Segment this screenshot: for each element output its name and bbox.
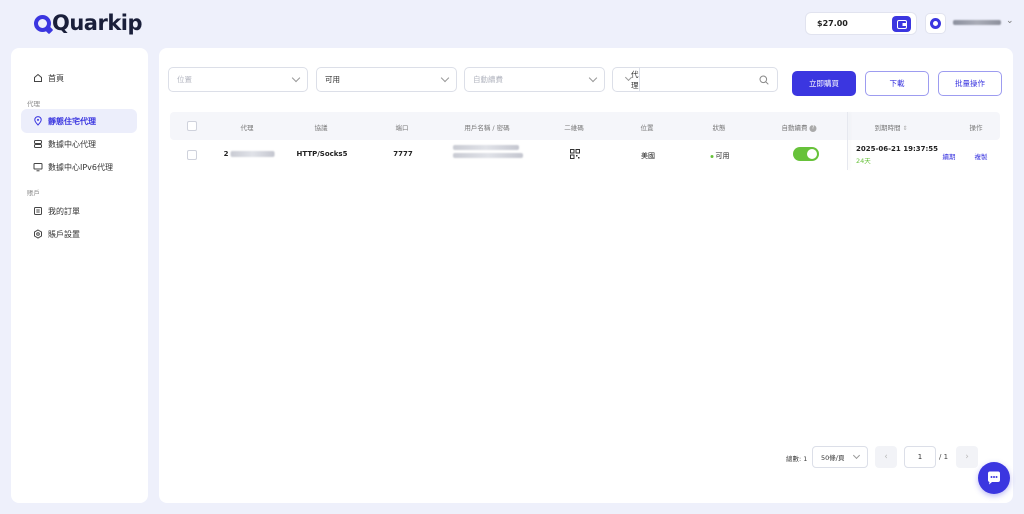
location-select[interactable]: 位置 [168, 67, 308, 92]
status-select[interactable]: 可用 [316, 67, 457, 92]
page-total: / 1 [939, 453, 949, 461]
batch-actions-button[interactable]: 批量操作 [938, 71, 1002, 96]
page-number-input[interactable]: 1 [904, 446, 936, 468]
section-label-account: 賬戶 [27, 189, 40, 197]
sidebar-item-datacenter-ipv6[interactable]: 數據中心IPv6代理 [21, 155, 137, 179]
page-size-select[interactable]: 50條/頁 [812, 446, 868, 468]
col-expiry[interactable]: 到期時間 ⇕ [874, 122, 907, 132]
sidebar-item-orders[interactable]: 我的訂單 [21, 199, 137, 223]
password-value-redacted [453, 153, 523, 158]
search-type-select[interactable]: 代理 [613, 68, 640, 91]
copy-link[interactable]: 複製 [975, 151, 988, 161]
status-badge: 可用 [710, 151, 730, 161]
search-icon[interactable] [759, 75, 769, 85]
help-icon[interactable]: ? [809, 124, 817, 132]
select-all-checkbox[interactable] [187, 121, 197, 131]
balance-amount: $27.00 [817, 19, 848, 28]
col-actions: 操作 [969, 124, 983, 132]
username-redacted[interactable] [953, 20, 1001, 25]
col-auto-renew: 自動續費 ? [781, 122, 817, 132]
days-remaining: 24天 [856, 157, 871, 165]
expiry-datetime: 2025-06-21 19:37:55 [856, 145, 939, 153]
balance-widget: $27.00 [805, 12, 917, 35]
auto-renew-select[interactable]: 自動續費 [464, 67, 605, 92]
renew-link[interactable]: 續期 [943, 151, 956, 161]
sidebar-item-datacenter[interactable]: 數據中心代理 [21, 132, 137, 156]
next-page-button[interactable]: › [956, 446, 978, 468]
proxy-address-redacted [230, 151, 275, 157]
sidebar-item-settings[interactable]: 賬戶設置 [21, 222, 137, 246]
chat-support-button[interactable] [978, 462, 1010, 494]
search-combo: 代理 [612, 67, 817, 92]
logo-mark-icon [34, 14, 51, 32]
port-value: 7777 [393, 150, 413, 158]
chat-bubble-icon [987, 471, 1000, 485]
status-value: 可用 [715, 152, 730, 160]
sidebar-item-label: 首頁 [48, 73, 64, 83]
sort-icon: ⇕ [902, 125, 908, 132]
chevron-down-icon[interactable]: ⌄ [1006, 16, 1014, 26]
col-qrcode: 二維碼 [564, 124, 584, 132]
search-input[interactable] [639, 68, 817, 91]
home-icon [33, 73, 43, 83]
pagination-total: 總數: 1 [786, 455, 808, 463]
user-avatar[interactable] [925, 13, 946, 34]
monitor-icon [33, 162, 43, 172]
page-size-value: 50條/頁 [821, 454, 845, 462]
sidebar-item-label: 靜態住宅代理 [48, 116, 96, 126]
location-placeholder: 位置 [177, 75, 192, 84]
col-proxy: 代理 [240, 124, 254, 132]
location-value: 美國 [641, 152, 655, 160]
download-button[interactable]: 下載 [865, 71, 929, 96]
proxy-address: 2 [224, 150, 275, 158]
location-pin-icon [33, 116, 43, 126]
chevron-right-icon: › [965, 452, 969, 462]
col-location: 位置 [640, 124, 654, 132]
sidebar: 首頁 代理 靜態住宅代理 數據中心代理 數據中心IPv6代理 賬戶 我的訂單 賬… [11, 48, 148, 503]
prev-page-button[interactable]: ‹ [875, 446, 897, 468]
sidebar-item-static-residential[interactable]: 靜態住宅代理 [21, 109, 137, 133]
brand-name: Quarkip [52, 11, 143, 35]
auto-renew-toggle[interactable] [793, 147, 819, 161]
auto-renew-placeholder: 自動續費 [473, 75, 503, 84]
chevron-down-icon [440, 73, 450, 83]
sidebar-item-label: 數據中心代理 [48, 139, 96, 149]
chevron-down-icon [852, 451, 861, 460]
status-value: 可用 [325, 75, 340, 84]
main-panel: 位置 可用 自動續費 代理 立即購買 下載 批量操作 代理 協議 端口 用戶名稱… [159, 48, 1013, 503]
sidebar-item-label: 我的訂單 [48, 206, 80, 216]
col-credentials: 用戶名稱 / 密碼 [464, 124, 510, 132]
settings-icon [33, 229, 43, 239]
brand-logo[interactable]: Quarkip [34, 9, 143, 37]
col-auto-renew-label: 自動續費 [781, 124, 808, 132]
sidebar-item-label: 數據中心IPv6代理 [48, 162, 114, 172]
credentials-redacted [453, 145, 523, 158]
buy-now-button[interactable]: 立即購買 [792, 71, 856, 96]
protocol-value: HTTP/Socks5 [296, 150, 348, 158]
table-header: 代理 協議 端口 用戶名稱 / 密碼 二維碼 位置 狀態 自動續費 ? 到期時間… [170, 112, 1000, 140]
proxy-prefix: 2 [223, 150, 229, 158]
chevron-down-icon [291, 73, 301, 83]
chevron-down-icon [588, 73, 598, 83]
section-label-proxy: 代理 [27, 100, 40, 108]
col-status: 狀態 [712, 124, 726, 132]
col-expiry-label: 到期時間 [874, 124, 901, 132]
status-dot-icon [710, 154, 714, 158]
sidebar-item-home[interactable]: 首頁 [21, 66, 137, 90]
sticky-column-divider [847, 112, 848, 170]
row-checkbox[interactable] [187, 150, 197, 160]
avatar-ring-icon [930, 18, 941, 29]
recharge-button[interactable] [892, 16, 911, 32]
wallet-icon [896, 19, 907, 29]
orders-icon [33, 206, 43, 216]
sidebar-item-label: 賬戶設置 [48, 229, 80, 239]
col-protocol: 協議 [314, 124, 328, 132]
qrcode-icon[interactable] [570, 149, 580, 161]
col-port: 端口 [395, 124, 409, 132]
search-type-value: 代理 [631, 69, 639, 90]
username-value-redacted [453, 145, 519, 150]
chevron-left-icon: ‹ [884, 452, 888, 462]
database-icon [33, 139, 43, 149]
